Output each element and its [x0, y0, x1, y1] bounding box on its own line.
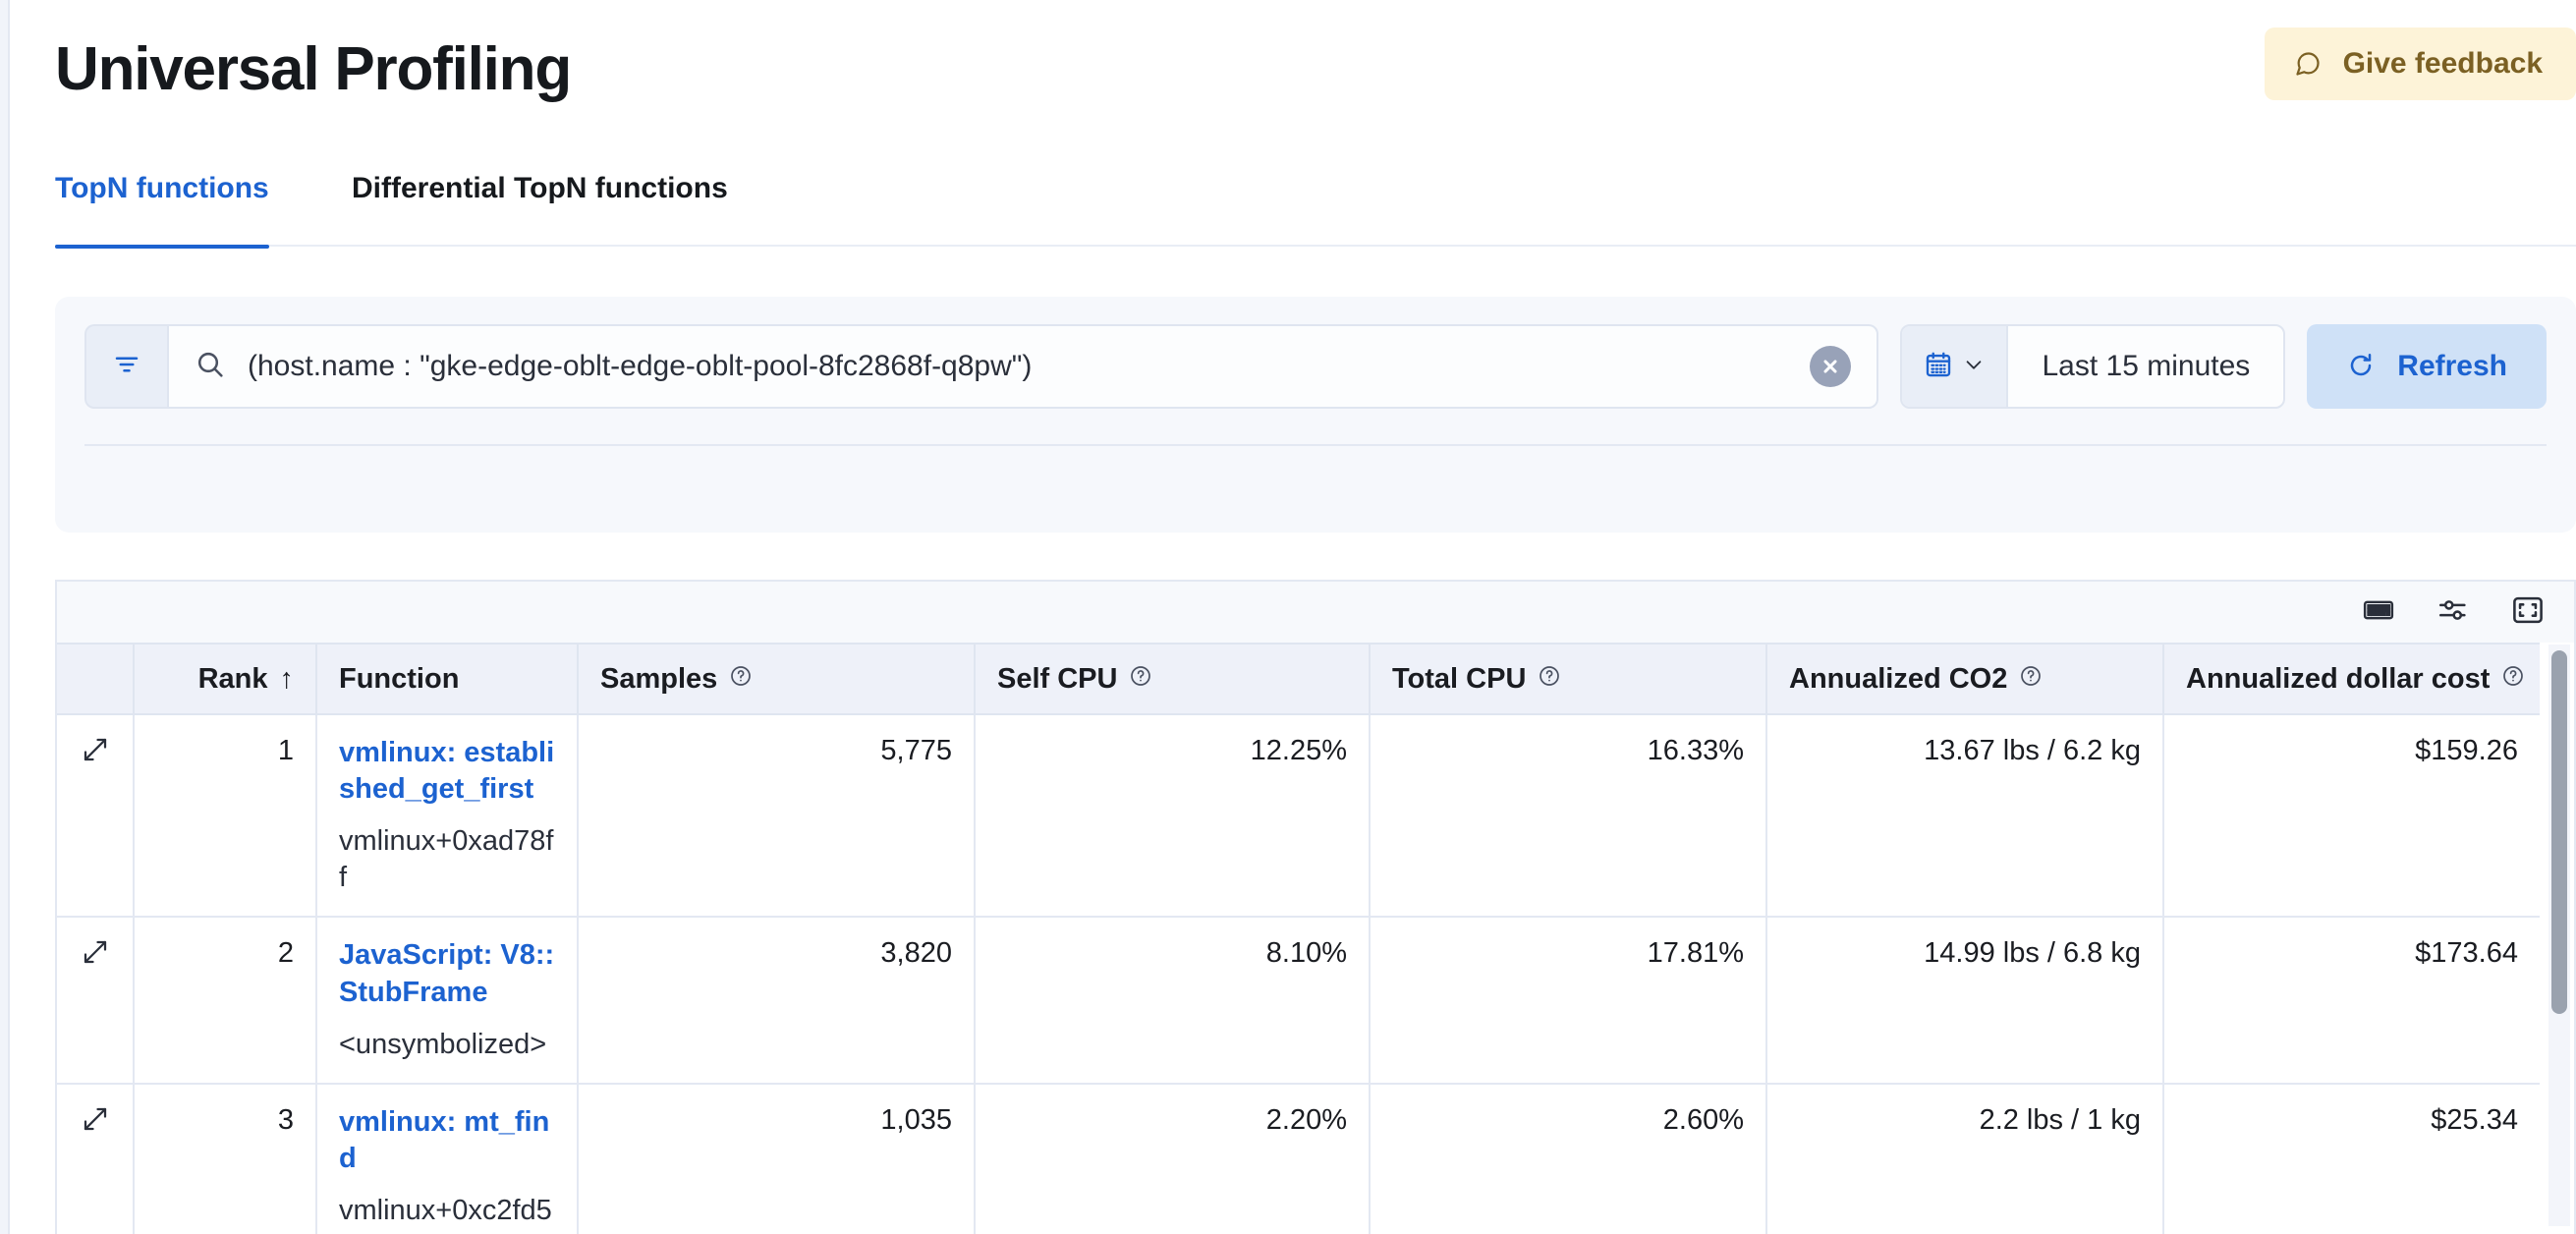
sort-ascending-icon: ↑ [279, 662, 295, 695]
scrollbar-thumb[interactable] [2551, 650, 2567, 1014]
table-vertical-scrollbar[interactable] [2548, 645, 2570, 1226]
cell-self-cpu: 2.20% [975, 1083, 1371, 1234]
cell-annualized-co2: 14.99 lbs / 6.8 kg [1766, 917, 2164, 1085]
filter-icon [112, 350, 141, 384]
cell-annualized-dollar-cost: $173.64 [2163, 917, 2540, 1085]
table-row[interactable]: 1 vmlinux: established_get_first vmlinux… [57, 714, 2540, 919]
tab-topn-functions-label: TopN functions [55, 172, 269, 204]
table-header: Rank ↑ Function Samples Self CPU Total C… [57, 643, 2540, 715]
refresh-icon [2346, 351, 2376, 383]
function-name-link[interactable]: JavaScript: V8::StubFrame [339, 937, 555, 1010]
date-picker[interactable]: Last 15 minutes [1900, 324, 2286, 409]
cell-function: vmlinux: mt_find vmlinux+0xc2fd57 [316, 1083, 579, 1234]
tab-differential-topn-functions[interactable]: Differential TopN functions [352, 172, 728, 247]
keyboard-icon[interactable] [2362, 593, 2395, 632]
chevron-down-icon [1963, 354, 1985, 380]
cell-annualized-co2: 2.2 lbs / 1 kg [1766, 1083, 2164, 1234]
cell-annualized-dollar-cost: $159.26 [2163, 714, 2540, 919]
universal-profiling-page: Universal Profiling Give feedback TopN f… [0, 0, 2576, 1234]
column-header-samples-label: Samples [600, 662, 718, 695]
tab-bar: TopN functions Differential TopN functio… [55, 172, 2576, 249]
cell-samples: 3,820 [578, 917, 976, 1085]
question-circle-icon[interactable] [1538, 663, 1561, 696]
search-input[interactable] [248, 350, 1795, 383]
cell-samples: 5,775 [578, 714, 976, 919]
query-bar-row: Last 15 minutes Refresh [84, 324, 2547, 409]
cell-function: vmlinux: established_get_first vmlinux+0… [316, 714, 579, 919]
tab-active-underline [55, 245, 269, 249]
tab-topn-functions[interactable]: TopN functions [55, 172, 269, 249]
topn-functions-table: Rank ↑ Function Samples Self CPU Total C… [57, 643, 2540, 1234]
question-circle-icon[interactable] [1129, 663, 1152, 696]
table-header-row: Rank ↑ Function Samples Self CPU Total C… [57, 643, 2540, 715]
cell-self-cpu: 12.25% [975, 714, 1371, 919]
expand-diagonal-icon[interactable] [81, 735, 110, 772]
table-row[interactable]: 3 vmlinux: mt_find vmlinux+0xc2fd57 1,03… [57, 1083, 2540, 1234]
calendar-icon [1924, 350, 1953, 384]
function-name-link[interactable]: vmlinux: mt_find [339, 1104, 555, 1177]
cell-total-cpu: 16.33% [1370, 714, 1767, 919]
fullscreen-icon[interactable] [2511, 593, 2545, 632]
column-header-total-cpu[interactable]: Total CPU [1370, 643, 1767, 715]
table-row[interactable]: 2 JavaScript: V8::StubFrame <unsymbolize… [57, 917, 2540, 1085]
function-sub-label: vmlinux+0xad78ff [339, 825, 554, 894]
column-header-self-cpu[interactable]: Self CPU [975, 643, 1371, 715]
column-header-annualized-co2[interactable]: Annualized CO2 [1766, 643, 2164, 715]
expand-row-cell[interactable] [57, 714, 135, 919]
expand-row-cell[interactable] [57, 1083, 135, 1234]
refresh-label: Refresh [2397, 350, 2507, 382]
expand-diagonal-icon[interactable] [81, 1104, 110, 1142]
table-body: 1 vmlinux: established_get_first vmlinux… [57, 714, 2540, 1234]
cell-self-cpu: 8.10% [975, 917, 1371, 1085]
search-icon [195, 349, 226, 385]
function-sub-label: <unsymbolized> [339, 1028, 547, 1060]
sliders-icon[interactable] [2436, 593, 2470, 632]
expand-diagonal-icon[interactable] [81, 937, 110, 975]
cell-samples: 1,035 [578, 1083, 976, 1234]
query-input-wrapper[interactable] [167, 324, 1879, 409]
tab-differential-topn-functions-label: Differential TopN functions [352, 172, 728, 204]
comment-icon [2294, 50, 2322, 78]
query-bar-panel: Last 15 minutes Refresh [55, 297, 2576, 533]
page-header: Universal Profiling Give feedback [55, 28, 2576, 136]
cell-rank: 2 [134, 917, 317, 1085]
column-header-annualized-dollar-cost-label: Annualized dollar cost [2186, 662, 2491, 695]
cell-rank: 1 [134, 714, 317, 919]
column-header-annualized-co2-label: Annualized CO2 [1789, 662, 2008, 695]
cell-annualized-co2: 13.67 lbs / 6.2 kg [1766, 714, 2164, 919]
function-name-link[interactable]: vmlinux: established_get_first [339, 735, 555, 808]
cell-annualized-dollar-cost: $25.34 [2163, 1083, 2540, 1234]
time-range-display[interactable]: Last 15 minutes [2008, 326, 2283, 407]
column-header-function-label: Function [339, 662, 460, 695]
column-header-annualized-dollar-cost[interactable]: Annualized dollar cost [2163, 643, 2540, 715]
give-feedback-button[interactable]: Give feedback [2264, 28, 2576, 100]
cell-rank: 3 [134, 1083, 317, 1234]
refresh-button[interactable]: Refresh [2307, 324, 2547, 409]
column-header-expand [57, 643, 135, 715]
date-picker-calendar-button[interactable] [1902, 326, 2009, 407]
column-header-total-cpu-label: Total CPU [1392, 662, 1527, 695]
cell-total-cpu: 2.60% [1370, 1083, 1767, 1234]
cell-function: JavaScript: V8::StubFrame <unsymbolized> [316, 917, 579, 1085]
column-header-self-cpu-label: Self CPU [997, 662, 1118, 695]
cell-total-cpu: 17.81% [1370, 917, 1767, 1085]
page-title: Universal Profiling [55, 35, 572, 103]
question-circle-icon[interactable] [2501, 663, 2525, 696]
table-toolbar [57, 582, 2574, 643]
filter-button[interactable] [84, 324, 167, 409]
query-bar-divider [84, 444, 2547, 446]
question-circle-icon[interactable] [2019, 663, 2043, 696]
column-header-rank[interactable]: Rank ↑ [134, 643, 317, 715]
column-header-rank-label: Rank [197, 662, 268, 695]
expand-row-cell[interactable] [57, 917, 135, 1085]
question-circle-icon[interactable] [729, 663, 753, 696]
function-sub-label: vmlinux+0xc2fd57 [339, 1194, 552, 1234]
topn-functions-table-panel: Rank ↑ Function Samples Self CPU Total C… [55, 580, 2576, 1234]
column-header-samples[interactable]: Samples [578, 643, 976, 715]
column-header-function[interactable]: Function [316, 643, 579, 715]
give-feedback-label: Give feedback [2342, 47, 2543, 80]
clear-query-button[interactable] [1810, 346, 1852, 387]
